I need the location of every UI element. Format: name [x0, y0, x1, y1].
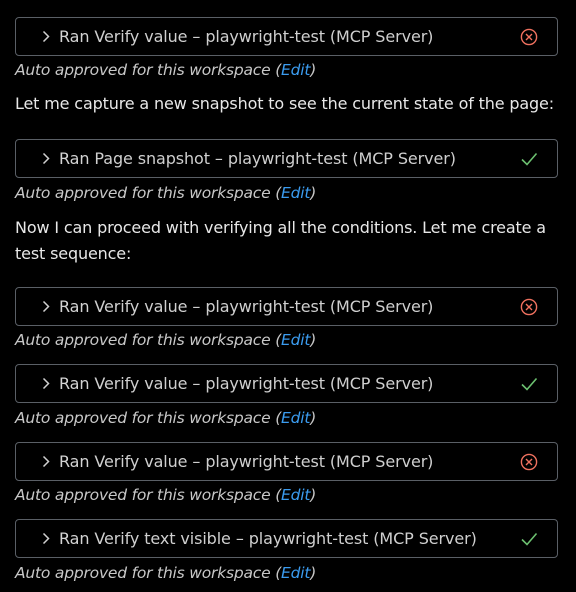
tool-call-card[interactable]: Ran Page snapshot – playwright-test (MCP…	[15, 139, 558, 178]
chat-transcript: Ran Verify value – playwright-test (MCP …	[0, 0, 576, 592]
chevron-right-icon[interactable]	[41, 300, 51, 314]
approval-text: Auto approved for this workspace	[15, 184, 271, 202]
checkmark-icon	[519, 529, 539, 549]
ran-prefix: Ran	[59, 452, 90, 471]
tool-call-card[interactable]: Ran Verify value – playwright-test (MCP …	[15, 442, 558, 481]
server-name: playwright-test (MCP Server)	[205, 452, 434, 471]
approval-text: Auto approved for this workspace	[15, 331, 271, 349]
error-circle-x-icon	[519, 27, 539, 47]
approval-paren-close: )	[310, 331, 317, 349]
approval-text: Auto approved for this workspace	[15, 61, 271, 79]
ran-prefix: Ran	[59, 27, 90, 46]
tool-call-card[interactable]: Ran Verify value – playwright-test (MCP …	[15, 364, 558, 403]
edit-link[interactable]: Edit	[281, 564, 310, 582]
server-name: playwright-test (MCP Server)	[205, 374, 434, 393]
tool-name: Verify text visible	[94, 529, 231, 548]
auto-approval-note: Auto approved for this workspace (Edit)	[15, 331, 316, 349]
approval-paren-close: )	[310, 564, 317, 582]
server-name: playwright-test (MCP Server)	[205, 297, 434, 316]
tool-dash: –	[214, 149, 223, 168]
approval-paren-close: )	[310, 409, 317, 427]
checkmark-icon	[519, 374, 539, 394]
chevron-right-icon[interactable]	[41, 377, 51, 391]
tool-dash: –	[192, 374, 201, 393]
ran-prefix: Ran	[59, 297, 90, 316]
error-circle-x-icon	[519, 452, 539, 472]
auto-approval-note: Auto approved for this workspace (Edit)	[15, 409, 316, 427]
edit-link[interactable]: Edit	[281, 409, 310, 427]
ran-prefix: Ran	[59, 149, 90, 168]
assistant-message: Now I can proceed with verifying all the…	[15, 218, 546, 263]
approval-paren-close: )	[310, 486, 317, 504]
server-name: playwright-test (MCP Server)	[248, 529, 477, 548]
checkmark-icon	[519, 149, 539, 169]
chevron-right-icon[interactable]	[41, 152, 51, 166]
approval-text: Auto approved for this workspace	[15, 409, 271, 427]
approval-text: Auto approved for this workspace	[15, 564, 271, 582]
chevron-right-icon[interactable]	[41, 532, 51, 546]
tool-call-label: Ran Page snapshot – playwright-test (MCP…	[59, 140, 456, 177]
tool-dash: –	[192, 27, 201, 46]
tool-call-label: Ran Verify value – playwright-test (MCP …	[59, 443, 433, 480]
tool-name: Verify value	[94, 374, 188, 393]
ran-prefix: Ran	[59, 529, 90, 548]
tool-dash: –	[192, 297, 201, 316]
server-name: playwright-test (MCP Server)	[227, 149, 456, 168]
approval-paren-close: )	[310, 61, 317, 79]
tool-call-card[interactable]: Ran Verify text visible – playwright-tes…	[15, 519, 558, 558]
auto-approval-note: Auto approved for this workspace (Edit)	[15, 184, 316, 202]
edit-link[interactable]: Edit	[281, 331, 310, 349]
error-circle-x-icon	[519, 297, 539, 317]
auto-approval-note: Auto approved for this workspace (Edit)	[15, 61, 316, 79]
server-name: playwright-test (MCP Server)	[205, 27, 434, 46]
edit-link[interactable]: Edit	[281, 486, 310, 504]
tool-name: Verify value	[94, 297, 188, 316]
approval-paren-close: )	[310, 184, 317, 202]
tool-name: Verify value	[94, 27, 188, 46]
tool-call-label: Ran Verify value – playwright-test (MCP …	[59, 288, 433, 325]
auto-approval-note: Auto approved for this workspace (Edit)	[15, 564, 316, 582]
tool-dash: –	[192, 452, 201, 471]
tool-call-card[interactable]: Ran Verify value – playwright-test (MCP …	[15, 17, 558, 56]
assistant-message: Let me capture a new snapshot to see the…	[15, 94, 554, 113]
tool-name: Verify value	[94, 452, 188, 471]
tool-name: Page snapshot	[94, 149, 210, 168]
edit-link[interactable]: Edit	[281, 61, 310, 79]
tool-call-label: Ran Verify text visible – playwright-tes…	[59, 520, 477, 557]
edit-link[interactable]: Edit	[281, 184, 310, 202]
auto-approval-note: Auto approved for this workspace (Edit)	[15, 486, 316, 504]
chevron-right-icon[interactable]	[41, 455, 51, 469]
tool-call-label: Ran Verify value – playwright-test (MCP …	[59, 18, 433, 55]
ran-prefix: Ran	[59, 374, 90, 393]
tool-dash: –	[235, 529, 244, 548]
approval-text: Auto approved for this workspace	[15, 486, 271, 504]
chevron-right-icon[interactable]	[41, 30, 51, 44]
tool-call-card[interactable]: Ran Verify value – playwright-test (MCP …	[15, 287, 558, 326]
tool-call-label: Ran Verify value – playwright-test (MCP …	[59, 365, 433, 402]
